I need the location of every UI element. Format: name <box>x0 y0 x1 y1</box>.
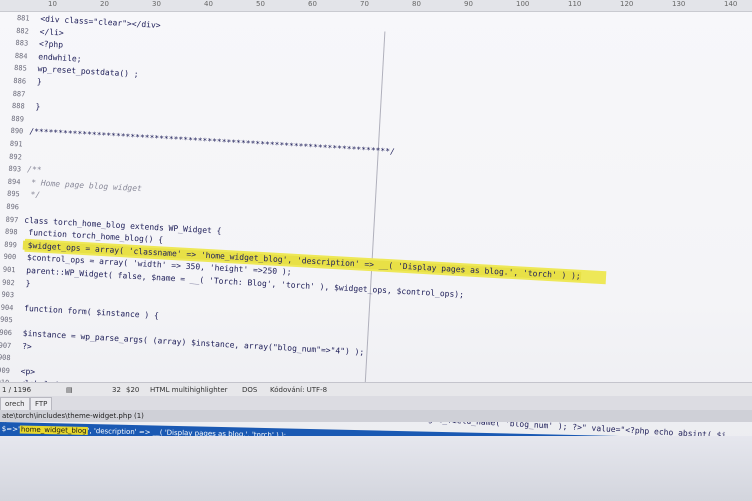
code-text: * Home page blog widget <box>26 177 143 193</box>
code-text: */ <box>25 190 41 200</box>
line-ending[interactable]: DOS <box>242 386 257 394</box>
code-text: /** <box>26 164 42 175</box>
ruler-tick: 100 <box>516 0 530 8</box>
search-prefix: $=>' <box>1 425 21 434</box>
column-number: 32 <box>112 386 121 394</box>
ruler-tick: 20 <box>100 0 109 8</box>
code-text: /***************************************… <box>29 127 395 157</box>
ruler-tick: 50 <box>256 0 265 8</box>
ruler-tick: 30 <box>152 0 161 8</box>
code-text: wp_reset_postdata() ; <box>32 64 139 80</box>
code-text: <p> <box>15 366 36 377</box>
ruler-tick: 130 <box>672 0 686 8</box>
search-match: home_widget_blog <box>19 425 88 435</box>
code-text: endwhile; <box>33 51 82 64</box>
ruler-tick: 80 <box>412 0 421 8</box>
code-text: ?> <box>17 341 32 351</box>
code-text: } <box>20 278 31 288</box>
code-text: <?php <box>33 39 64 50</box>
code-text: $instance = wp_parse_args( (array) $inst… <box>17 328 365 357</box>
tab-orech[interactable]: orech <box>0 397 30 411</box>
file-path: ate\torch\includes\theme-widget.php (1) <box>2 412 144 420</box>
editor-screen: 10 20 30 40 50 60 70 80 90 100 110 120 130 140 881 <d… <box>0 0 752 501</box>
ruler-tick: 120 <box>620 0 634 8</box>
code-text: } <box>30 102 41 112</box>
code-text: function form( $instance ) { <box>19 303 160 321</box>
code-text: } <box>31 76 42 87</box>
encoding[interactable]: Kódování: UTF-8 <box>270 386 327 394</box>
code-editor[interactable]: 881 <div class="clear"></div> 882 </li> 88… <box>0 10 752 501</box>
ruler-tick: 140 <box>724 0 738 8</box>
ruler-tick: 40 <box>204 0 213 8</box>
ruler-tick: 70 <box>360 0 369 8</box>
ruler-tick: 90 <box>464 0 473 8</box>
code-line[interactable]: 906 $instance = wp_parse_args( (array) $… <box>0 325 365 359</box>
syntax-mode[interactable]: HTML multihighlighter <box>150 386 228 394</box>
ruler-tick: 60 <box>308 0 317 8</box>
status-bar: 1 / 1196 ▤ 32 $20 HTML multihighlighter … <box>0 382 752 397</box>
line-position: 1 / 1196 <box>2 386 32 394</box>
selection-info: $20 <box>126 386 140 394</box>
file-path-bar: ate\torch\includes\theme-widget.php (1) <box>0 410 752 422</box>
tab-ftp[interactable]: FTP <box>30 397 53 411</box>
code-line[interactable]: 890/************************************… <box>0 123 395 158</box>
margin-guide <box>363 31 386 411</box>
doc-icon: ▤ <box>66 386 73 394</box>
code-line[interactable]: 904 function form( $instance ) { <box>0 299 160 322</box>
panel-tabs: orech FTP <box>0 396 752 411</box>
desk-background <box>0 436 752 501</box>
code-line[interactable]: 908 <box>0 350 17 365</box>
column-ruler: 10 20 30 40 50 60 70 80 90 100 110 120 130 140 <box>0 0 752 12</box>
ruler-tick: 110 <box>568 0 582 8</box>
ruler-tick: 10 <box>48 0 57 8</box>
code-text: </li> <box>34 26 64 38</box>
